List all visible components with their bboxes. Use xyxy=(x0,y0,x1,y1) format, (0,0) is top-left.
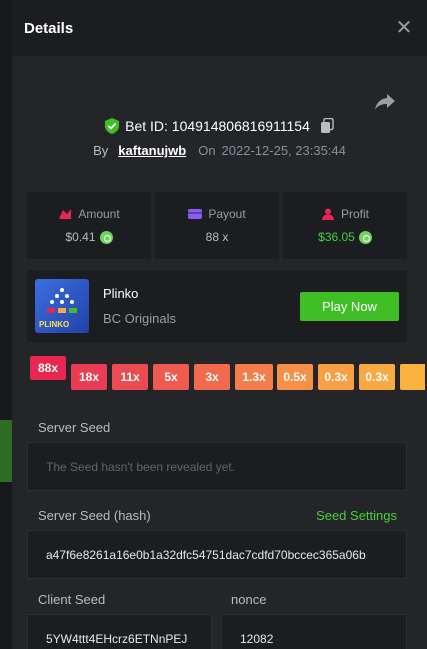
multiplier-chip xyxy=(400,364,425,390)
game-card: PLINKO Plinko BC Originals Play Now xyxy=(27,270,407,342)
profit-label: Profit xyxy=(340,207,369,221)
bet-author-row: By kaftanujwb On 2022-12-25, 23:35:44 xyxy=(12,143,427,158)
on-label: On xyxy=(198,143,216,158)
server-hash-label: Server Seed (hash) xyxy=(38,508,151,523)
multiplier-chip: 0.3x xyxy=(359,364,395,390)
game-name: Plinko xyxy=(103,286,139,301)
plinko-pegs-icon xyxy=(47,288,77,313)
profit-stat: Profit $36.05 xyxy=(283,192,407,259)
multiplier-chip: 11x xyxy=(112,364,148,390)
by-label: By xyxy=(93,143,109,158)
coin-icon xyxy=(99,230,113,244)
close-icon[interactable]: ✕ xyxy=(393,17,415,39)
profit-icon xyxy=(321,208,334,220)
client-seed-field[interactable]: 5YW4ttt4EHcrz6ETNnPEJ xyxy=(27,614,212,649)
multiplier-row: 88x 18x 11x 5x 3x 1.3x 0.5x 0.3x 0.3x xyxy=(30,356,425,396)
multiplier-chip: 0.5x xyxy=(277,364,313,390)
bet-id: Bet ID: 104914806816911154 xyxy=(125,118,310,134)
modal-header: Details ✕ xyxy=(12,0,427,56)
profit-value: $36.05 xyxy=(318,230,355,244)
payout-label: Payout xyxy=(208,207,246,221)
payout-stat: Payout 88 x xyxy=(155,192,279,259)
bet-datetime: 2022-12-25, 23:35:44 xyxy=(221,143,346,158)
copy-icon[interactable] xyxy=(320,118,334,134)
username-link[interactable]: kaftanujwb xyxy=(118,143,186,158)
server-seed-field[interactable]: The Seed hasn't been revealed yet. xyxy=(27,442,407,491)
details-modal: Details ✕ Bet ID: 104914806816911154 By … xyxy=(12,0,427,649)
amount-icon xyxy=(59,209,72,219)
coin-icon xyxy=(358,230,372,244)
game-thumbnail[interactable]: PLINKO xyxy=(35,279,89,333)
game-provider: BC Originals xyxy=(103,311,176,326)
payout-value: 88 x xyxy=(205,230,229,244)
play-now-button[interactable]: Play Now xyxy=(300,291,399,321)
share-icon[interactable] xyxy=(373,92,397,112)
amount-stat: Amount $0.41 xyxy=(27,192,151,259)
amount-value: $0.41 xyxy=(65,230,96,244)
modal-title: Details xyxy=(24,19,74,37)
nonce-field[interactable]: 12082 xyxy=(221,614,407,649)
seed-settings-link[interactable]: Seed Settings xyxy=(316,508,397,523)
client-seed-label: Client Seed xyxy=(38,592,106,607)
payout-icon xyxy=(188,209,203,219)
multiplier-chip: 18x xyxy=(71,364,107,390)
multiplier-chip: 1.3x xyxy=(235,364,273,390)
shield-check-icon xyxy=(105,118,120,134)
multiplier-chip: 88x xyxy=(30,356,66,380)
nonce-label: nonce xyxy=(231,592,267,607)
server-seed-label: Server Seed xyxy=(38,420,111,435)
amount-label: Amount xyxy=(78,207,120,221)
backdrop-button-fragment xyxy=(0,420,12,482)
game-thumb-text: PLINKO xyxy=(39,320,70,329)
multiplier-chip: 0.3x xyxy=(318,364,354,390)
multiplier-chip: 3x xyxy=(194,364,230,390)
server-hash-field[interactable]: a47f6e8261a16e0b1a32dfc54751dac7cdfd70bc… xyxy=(27,530,407,579)
multiplier-chip: 5x xyxy=(153,364,189,390)
bet-stats: Amount $0.41 Payout 88 x Profit $36.05 xyxy=(27,192,407,259)
game-info: Plinko BC Originals xyxy=(103,286,176,326)
bet-id-row: Bet ID: 104914806816911154 xyxy=(12,118,427,134)
